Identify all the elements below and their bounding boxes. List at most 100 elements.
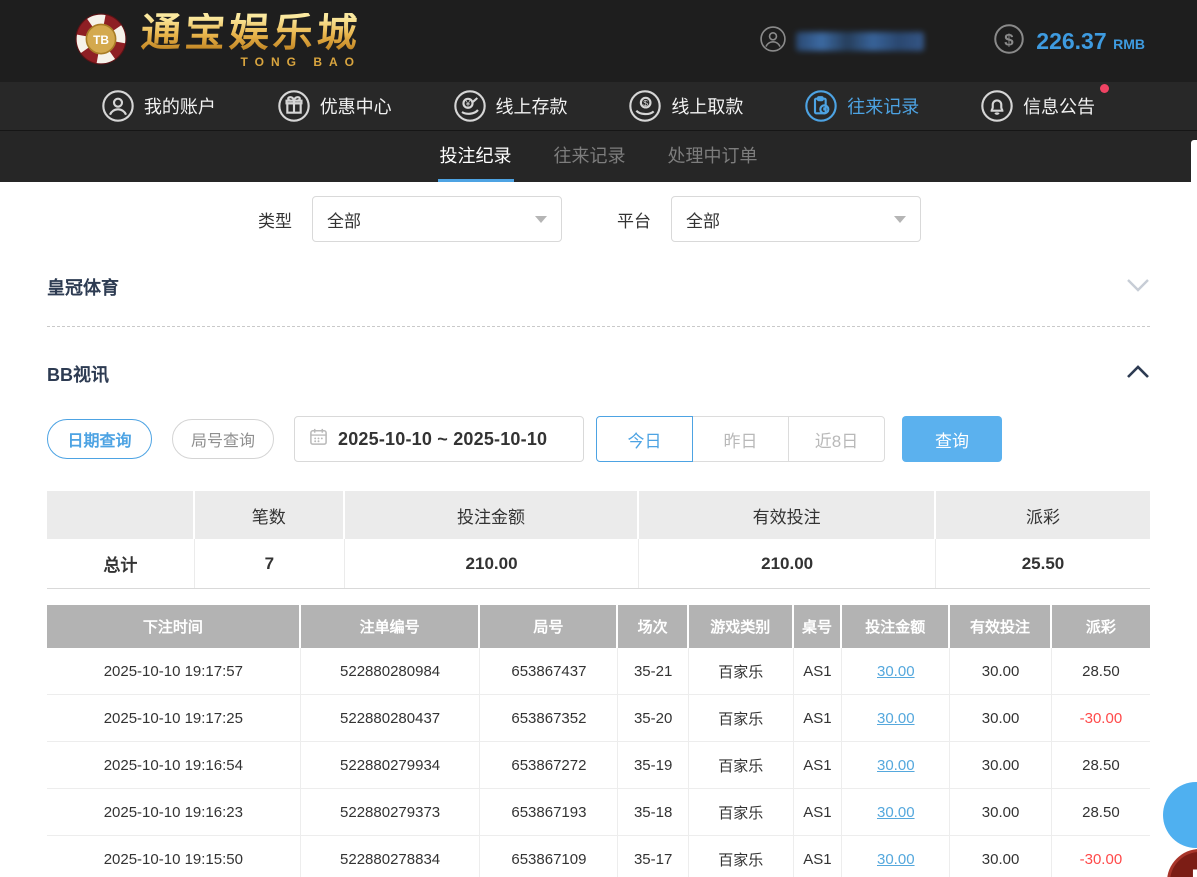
tab-processing-orders[interactable]: 处理中订单 bbox=[666, 131, 760, 182]
chevron-down-icon bbox=[894, 215, 906, 223]
date-range-input[interactable]: 2025-10-10 ~ 2025-10-10 bbox=[294, 416, 584, 462]
platform-select-value: 全部 bbox=[686, 211, 720, 231]
table-row: 2025-10-10 19:17:57 522880280984 653867437… bbox=[47, 648, 1150, 695]
table-cell: 2025-10-10 19:15:50 bbox=[47, 836, 301, 877]
nav-item-online-deposit[interactable]: ¥ 线上存款 bbox=[453, 90, 568, 122]
nav-item-transaction-records[interactable]: 往来记录 bbox=[805, 90, 919, 122]
table-cell: 2025-10-10 19:17:25 bbox=[47, 695, 301, 742]
table-cell: 522880278834 bbox=[300, 836, 481, 877]
chevron-down-icon bbox=[535, 215, 547, 223]
bet-column-header: 局号 bbox=[480, 605, 619, 648]
platform-filter-label: 平台 bbox=[617, 211, 651, 231]
nav-label: 往来记录 bbox=[847, 97, 920, 117]
table-row: 2025-10-10 19:15:50 522880278834 653867109… bbox=[47, 836, 1150, 877]
section-title-crown-sports: 皇冠体育 bbox=[47, 278, 119, 298]
table-row: 2025-10-10 19:16:23 522880279373 653867193… bbox=[47, 789, 1150, 836]
record-subtabs: 投注纪录 往来记录 处理中订单 bbox=[0, 131, 1197, 182]
summary-header-payout: 派彩 bbox=[936, 491, 1150, 539]
top-header: TB 通宝娱乐城 TONG BAO $ 226.37 RMB bbox=[0, 0, 1197, 82]
platform-select[interactable]: 全部 bbox=[671, 196, 921, 242]
username-redacted bbox=[796, 31, 925, 51]
nav-item-my-account[interactable]: 我的账户 bbox=[102, 90, 216, 122]
bet-column-header: 桌号 bbox=[793, 605, 843, 648]
nav-item-promotions[interactable]: 优惠中心 bbox=[277, 90, 392, 122]
site-logo[interactable]: TB 通宝娱乐城 TONG BAO bbox=[75, 10, 363, 70]
bet-amount-link[interactable]: 30.00 bbox=[842, 695, 951, 742]
summary-header-count: 笔数 bbox=[194, 491, 345, 539]
bet-amount-link[interactable]: 30.00 bbox=[842, 789, 951, 836]
table-cell: 2025-10-10 19:17:57 bbox=[47, 648, 301, 695]
user-avatar-icon bbox=[760, 25, 787, 57]
table-cell: 30.00 bbox=[950, 742, 1052, 789]
section-title-bb-video: BB视讯 bbox=[47, 365, 109, 385]
tab-betting-records[interactable]: 投注纪录 bbox=[437, 131, 514, 182]
nav-item-announcements[interactable]: 信息公告 bbox=[981, 84, 1110, 122]
user-icon bbox=[102, 90, 134, 122]
section-bb-video[interactable]: BB视讯 bbox=[47, 361, 1150, 387]
balance-block: $ 226.37 RMB bbox=[994, 23, 1145, 59]
chevron-up-icon[interactable] bbox=[1126, 364, 1150, 384]
table-cell: 百家乐 bbox=[688, 836, 794, 877]
date-query-button[interactable]: 日期查询 bbox=[47, 419, 152, 459]
summary-bet-amount-value: 210.00 bbox=[344, 539, 640, 588]
table-row: 2025-10-10 19:17:25 522880280437 653867352… bbox=[47, 695, 1150, 742]
summary-total-row: 总计 7 210.00 210.00 25.50 bbox=[47, 539, 1150, 588]
nav-label: 我的账户 bbox=[143, 97, 216, 117]
table-cell: 35-19 bbox=[618, 742, 689, 789]
type-select[interactable]: 全部 bbox=[312, 196, 562, 242]
brand-name-en: TONG BAO bbox=[240, 55, 361, 69]
bet-amount-link[interactable]: 30.00 bbox=[842, 648, 951, 695]
summary-payout-value: 25.50 bbox=[936, 539, 1150, 588]
table-cell: 30.00 bbox=[950, 789, 1052, 836]
bet-amount-link[interactable]: 30.00 bbox=[842, 742, 951, 789]
bet-column-header: 游戏类别 bbox=[688, 605, 794, 648]
table-cell: 28.50 bbox=[1051, 648, 1150, 695]
summary-table: 笔数 投注金额 有效投注 派彩 总计 7 210.00 210.00 25.50 bbox=[47, 491, 1150, 589]
bet-amount-link[interactable]: 30.00 bbox=[842, 836, 951, 877]
round-query-button[interactable]: 局号查询 bbox=[172, 419, 274, 459]
table-cell: 百家乐 bbox=[688, 695, 794, 742]
summary-count-value: 7 bbox=[194, 539, 345, 588]
section-crown-sports[interactable]: 皇冠体育 bbox=[47, 274, 1150, 300]
svg-text:$: $ bbox=[1005, 30, 1015, 49]
table-cell: 35-21 bbox=[618, 648, 689, 695]
dollar-coin-icon: $ bbox=[994, 23, 1025, 59]
table-cell: 653867437 bbox=[480, 648, 619, 695]
summary-total-label: 总计 bbox=[47, 539, 195, 588]
yesterday-button[interactable]: 昨日 bbox=[692, 416, 789, 462]
deposit-icon: ¥ bbox=[453, 90, 486, 122]
chip-tb-label: TB bbox=[93, 32, 109, 46]
today-button[interactable]: 今日 bbox=[596, 416, 693, 462]
table-cell: AS1 bbox=[793, 742, 843, 789]
last-8-days-button[interactable]: 近8日 bbox=[788, 416, 885, 462]
tab-transaction-records[interactable]: 往来记录 bbox=[552, 131, 628, 182]
table-cell: 522880279373 bbox=[300, 789, 481, 836]
bet-column-header: 派彩 bbox=[1051, 605, 1150, 648]
table-row: 2025-10-10 19:16:54 522880279934 653867272… bbox=[47, 742, 1150, 789]
summary-header-empty bbox=[47, 491, 195, 539]
table-cell: 28.50 bbox=[1051, 789, 1150, 836]
summary-header-valid-bet: 有效投注 bbox=[639, 491, 936, 539]
table-cell: 653867193 bbox=[480, 789, 619, 836]
bet-column-header: 下注时间 bbox=[47, 605, 301, 648]
table-cell: 2025-10-10 19:16:54 bbox=[47, 742, 301, 789]
nav-label: 优惠中心 bbox=[319, 97, 392, 117]
table-cell: 30.00 bbox=[950, 695, 1052, 742]
summary-header-bet-amount: 投注金额 bbox=[344, 491, 640, 539]
bet-column-header: 场次 bbox=[618, 605, 689, 648]
nav-item-online-withdraw[interactable]: $ 线上取款 bbox=[629, 90, 743, 122]
table-cell: 35-17 bbox=[618, 836, 689, 877]
table-cell: -30.00 bbox=[1051, 836, 1150, 877]
query-toolbar: 日期查询 局号查询 2025-10-10 ~ 2025-10-10 今日 昨日 … bbox=[47, 416, 1150, 462]
floating-widget-partial[interactable] bbox=[1191, 140, 1197, 187]
bet-column-header: 投注金额 bbox=[842, 605, 951, 648]
table-cell: 2025-10-10 19:16:23 bbox=[47, 789, 301, 836]
table-cell: 35-18 bbox=[618, 789, 689, 836]
withdraw-icon: $ bbox=[629, 90, 662, 122]
calendar-icon bbox=[309, 427, 328, 451]
search-button[interactable]: 查询 bbox=[902, 416, 1002, 462]
user-account-block[interactable] bbox=[760, 25, 925, 57]
date-range-value: 2025-10-10 ~ 2025-10-10 bbox=[338, 428, 548, 449]
chevron-down-icon[interactable] bbox=[1126, 278, 1150, 297]
bet-column-header: 有效投注 bbox=[950, 605, 1052, 648]
